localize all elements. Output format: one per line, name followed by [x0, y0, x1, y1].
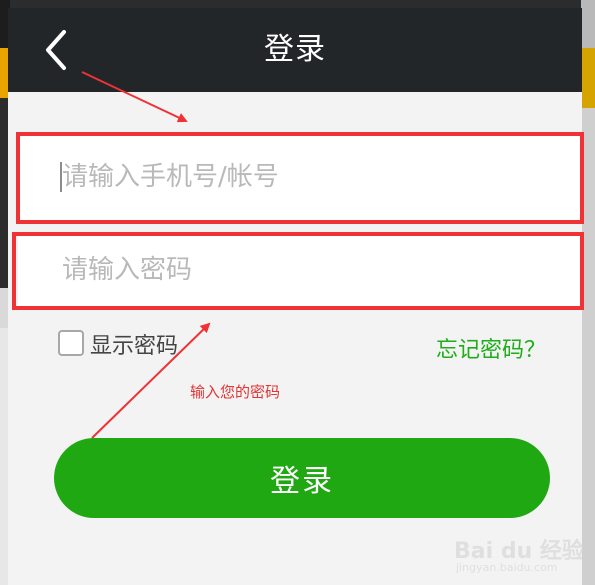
forgot-password-link[interactable]: 忘记密码？: [436, 332, 546, 364]
page-title: 登录: [264, 32, 326, 67]
dialog-header: 登录: [8, 8, 582, 92]
chevron-left-icon[interactable]: [38, 28, 78, 72]
password-field[interactable]: [18, 232, 582, 308]
text-caret: [60, 162, 62, 192]
account-field[interactable]: [18, 134, 582, 220]
show-password-row[interactable]: 显示密码: [58, 330, 218, 362]
account-input[interactable]: [18, 134, 582, 220]
password-input[interactable]: [18, 232, 582, 308]
login-dialog: 登录 显示密码 忘记密码？ 登录: [8, 8, 582, 585]
show-password-label: 显示密码: [90, 334, 179, 359]
show-password-checkbox[interactable]: [58, 330, 84, 356]
login-button[interactable]: 登录: [54, 438, 550, 518]
background-app-right-edge: [581, 0, 595, 585]
annotation-label: 输入您的密码: [190, 383, 281, 401]
